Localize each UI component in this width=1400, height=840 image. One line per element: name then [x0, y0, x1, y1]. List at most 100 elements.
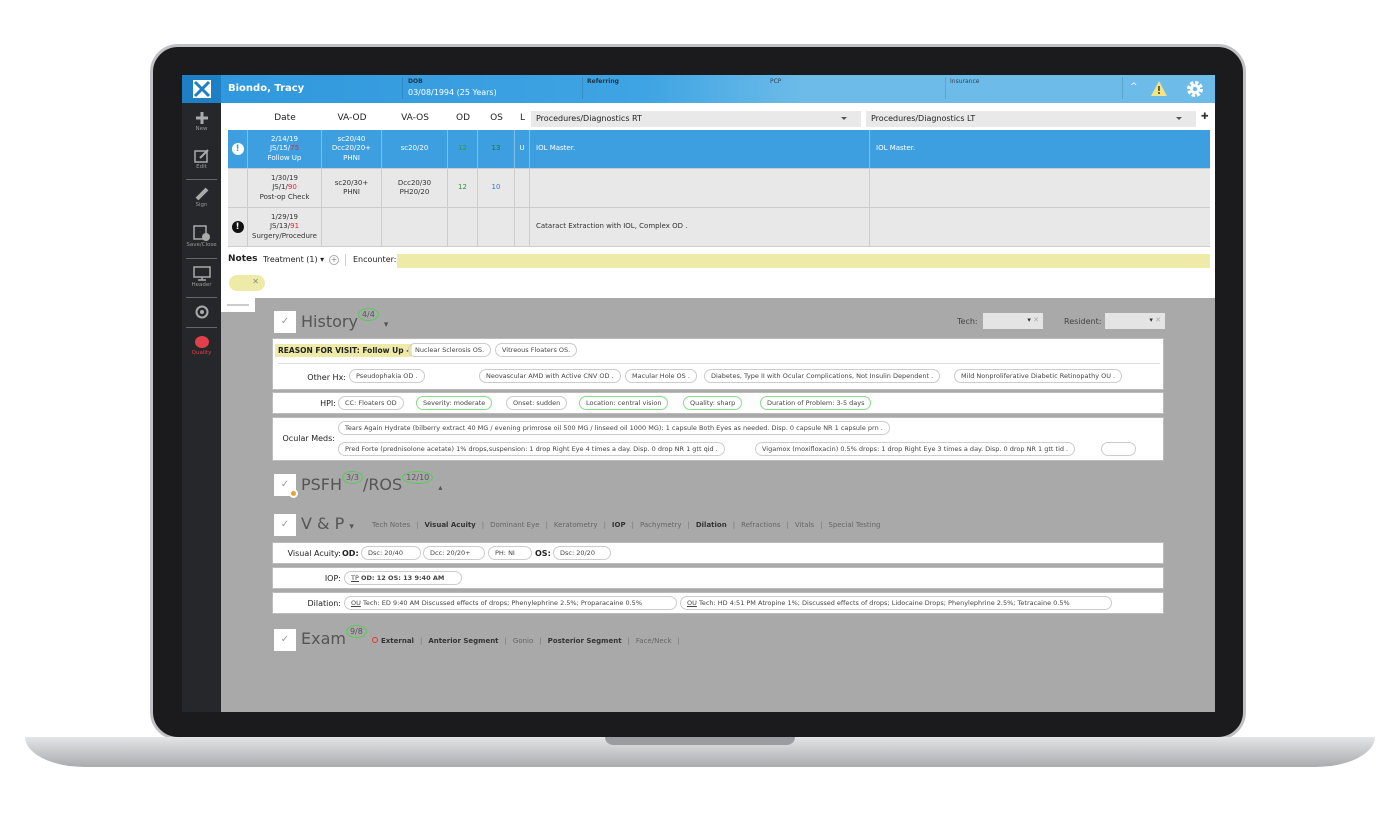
tag[interactable]: CC: Floaters OD: [338, 396, 404, 410]
add-column-icon[interactable]: ✚: [1201, 112, 1209, 122]
tag[interactable]: Pseudophakia OD .: [349, 369, 425, 383]
tag[interactable]: Mild Nonproliferative Diabetic Retinopat…: [954, 369, 1123, 383]
section-tab[interactable]: Posterior Segment: [548, 637, 622, 645]
section-tab[interactable]: Face/Neck: [636, 637, 672, 645]
procedures-rt-cell: Cataract Extraction with IOL, Complex OD…: [530, 208, 870, 246]
provider-code: JS/15/75: [268, 144, 302, 153]
app-logo[interactable]: [182, 75, 221, 103]
tag[interactable]: Severity: moderate: [416, 396, 493, 410]
reason-tag[interactable]: Vitreous Floaters OS.: [495, 343, 578, 357]
tag[interactable]: Diabetes, Type II with Ocular Complicati…: [704, 369, 941, 383]
dilation-tag[interactable]: OU Tech: HD 4:51 PM Atropine 1%; Discuss…: [680, 596, 1112, 610]
vp-check-button[interactable]: ✓: [274, 514, 296, 536]
sidebar-item-save-close[interactable]: Save/Close: [182, 225, 221, 248]
insurance-label: Insurance: [950, 78, 980, 85]
procedures-lt-dropdown[interactable]: Procedures/Diagnostics LT: [866, 111, 1196, 127]
dob-value: 03/08/1994 (25 Years): [408, 88, 497, 97]
tech-dropdown[interactable]: ▾ ✕: [983, 313, 1043, 329]
history-check-button[interactable]: ✓: [274, 311, 296, 333]
collapse-header-icon[interactable]: ^: [1130, 82, 1138, 92]
section-tab[interactable]: Special Testing: [828, 521, 880, 529]
tag[interactable]: Location: central vision: [579, 396, 669, 410]
tab-separator: |: [416, 521, 419, 529]
sidebar-item-sign[interactable]: Sign: [182, 187, 221, 208]
section-tab[interactable]: Vitals: [795, 521, 814, 529]
column-header-l[interactable]: L: [515, 113, 530, 123]
section-tab[interactable]: Gonio: [513, 637, 533, 645]
med-tag[interactable]: Tears Again Hydrate (bilberry extract 40…: [338, 421, 890, 435]
exam-check-button[interactable]: ✓: [274, 629, 296, 651]
history-header[interactable]: History 4/4 ▾: [301, 308, 388, 331]
med-tag[interactable]: Pred Forte (prednisolone acetate) 1% dro…: [338, 442, 725, 456]
reason-tag[interactable]: Nuclear Sclerosis OS.: [408, 343, 492, 357]
med-tag[interactable]: Vigamox (moxifloxacin) 0.5% drops: 1 dro…: [755, 442, 1076, 456]
sidebar-item-quality[interactable]: Quality: [182, 335, 221, 356]
tag[interactable]: Onset: sudden: [506, 396, 568, 410]
alert-icon[interactable]: !: [231, 143, 244, 155]
visit-type: Follow Up: [267, 153, 302, 162]
section-tab[interactable]: Visual Acuity: [424, 521, 475, 529]
column-header-od[interactable]: OD: [448, 113, 478, 123]
iop-tag[interactable]: TP OD: 12 OS: 13 9:40 AM: [344, 571, 462, 585]
add-med-input[interactable]: [1101, 442, 1136, 456]
column-header-va-od[interactable]: VA-OD: [322, 113, 382, 123]
tag[interactable]: Macular Hole OS .: [625, 369, 697, 383]
tab-separator: |: [786, 521, 789, 529]
psfh-badge: 3/3: [342, 471, 363, 484]
add-note-button[interactable]: +: [329, 255, 339, 265]
section-tab[interactable]: IOP: [612, 521, 626, 529]
note-chip-remove[interactable]: ✕: [229, 275, 265, 291]
exam-header[interactable]: Exam 9/8: [301, 625, 367, 648]
section-tab[interactable]: Refractions: [741, 521, 780, 529]
tag[interactable]: Neovascular AMD with Active CNV OD .: [479, 369, 621, 383]
gear-icon[interactable]: [1185, 79, 1205, 99]
psfh-header[interactable]: PSFH 3/3/ROS 12/10 ▴: [301, 471, 442, 494]
sidebar-item-header[interactable]: Header: [182, 266, 221, 288]
dilation-tag[interactable]: OU Tech: ED 9:40 AM Discussed effects of…: [344, 596, 677, 610]
va-os-value: Dcc20/30 PH20/20: [397, 178, 432, 196]
sidebar-item-edit[interactable]: Edit: [182, 149, 221, 170]
section-tab[interactable]: Keratometry: [554, 521, 598, 529]
resident-label: Resident:: [1064, 317, 1102, 326]
alert-icon[interactable]: !: [231, 221, 244, 233]
resident-dropdown[interactable]: ▾ ✕: [1105, 313, 1165, 329]
sidebar-item-new[interactable]: New: [182, 111, 221, 132]
tab-separator: |: [627, 637, 630, 645]
procedures-lt-cell: [870, 208, 1210, 246]
section-tab[interactable]: Pachymetry: [640, 521, 682, 529]
history-title: History: [301, 312, 358, 331]
iop-value: OD: 12 OS: 13 9:40 AM: [360, 574, 445, 582]
sidebar-item-compass[interactable]: [182, 305, 221, 320]
section-tab[interactable]: Tech Notes: [372, 521, 410, 529]
section-tab[interactable]: Dominant Eye: [490, 521, 539, 529]
va-tag[interactable]: Dsc: 20/40: [361, 546, 421, 560]
va-tag[interactable]: Dsc: 20/20: [553, 546, 611, 560]
va-tag[interactable]: PH: NI: [488, 546, 532, 560]
encounter-row[interactable]: ! 2/14/19 JS/15/75 Follow Up sc20/40 Dcc20/2…: [228, 130, 1210, 169]
section-tab[interactable]: External: [381, 637, 414, 645]
os-value: 10: [491, 183, 501, 192]
patient-name[interactable]: Biondo, Tracy: [228, 83, 304, 94]
column-header-date[interactable]: Date: [248, 113, 322, 123]
encounter-input[interactable]: [397, 254, 1210, 268]
section-tab[interactable]: Dilation: [696, 521, 727, 529]
column-header-os[interactable]: OS: [478, 113, 515, 123]
column-header-va-os[interactable]: VA-OS: [382, 113, 448, 123]
tab-separator: |: [539, 637, 542, 645]
section-tab[interactable]: Anterior Segment: [428, 637, 498, 645]
encounter-row[interactable]: 1/30/19 JS/1/90 Post-op Check sc20/30+ PHNI…: [228, 169, 1210, 208]
tag[interactable]: Quality: sharp: [683, 396, 743, 410]
encounter-row[interactable]: ! 1/29/19 JS/13/91 Surgery/Procedure Catarac…: [228, 208, 1210, 247]
date-cell: 1/29/19 JS/13/91 Surgery/Procedure: [248, 208, 322, 246]
treatment-dropdown[interactable]: Treatment (1) ▾: [263, 255, 324, 264]
vp-header[interactable]: V & P ▾: [301, 514, 354, 533]
warning-icon[interactable]: [1150, 80, 1168, 97]
date-cell: 1/30/19 JS/1/90 Post-op Check: [248, 169, 322, 207]
tag[interactable]: Duration of Problem: 3-5 days: [760, 396, 872, 410]
procedures-rt-dropdown[interactable]: Procedures/Diagnostics RT: [531, 111, 861, 127]
iop-os-cell: [478, 208, 515, 246]
va-os-cell: [382, 208, 448, 246]
reason-for-visit[interactable]: REASON FOR VISIT: Follow Up -: [275, 344, 413, 357]
va-tag[interactable]: Dcc: 20/20+: [423, 546, 485, 560]
chevron-down-icon: ▾: [349, 522, 354, 532]
